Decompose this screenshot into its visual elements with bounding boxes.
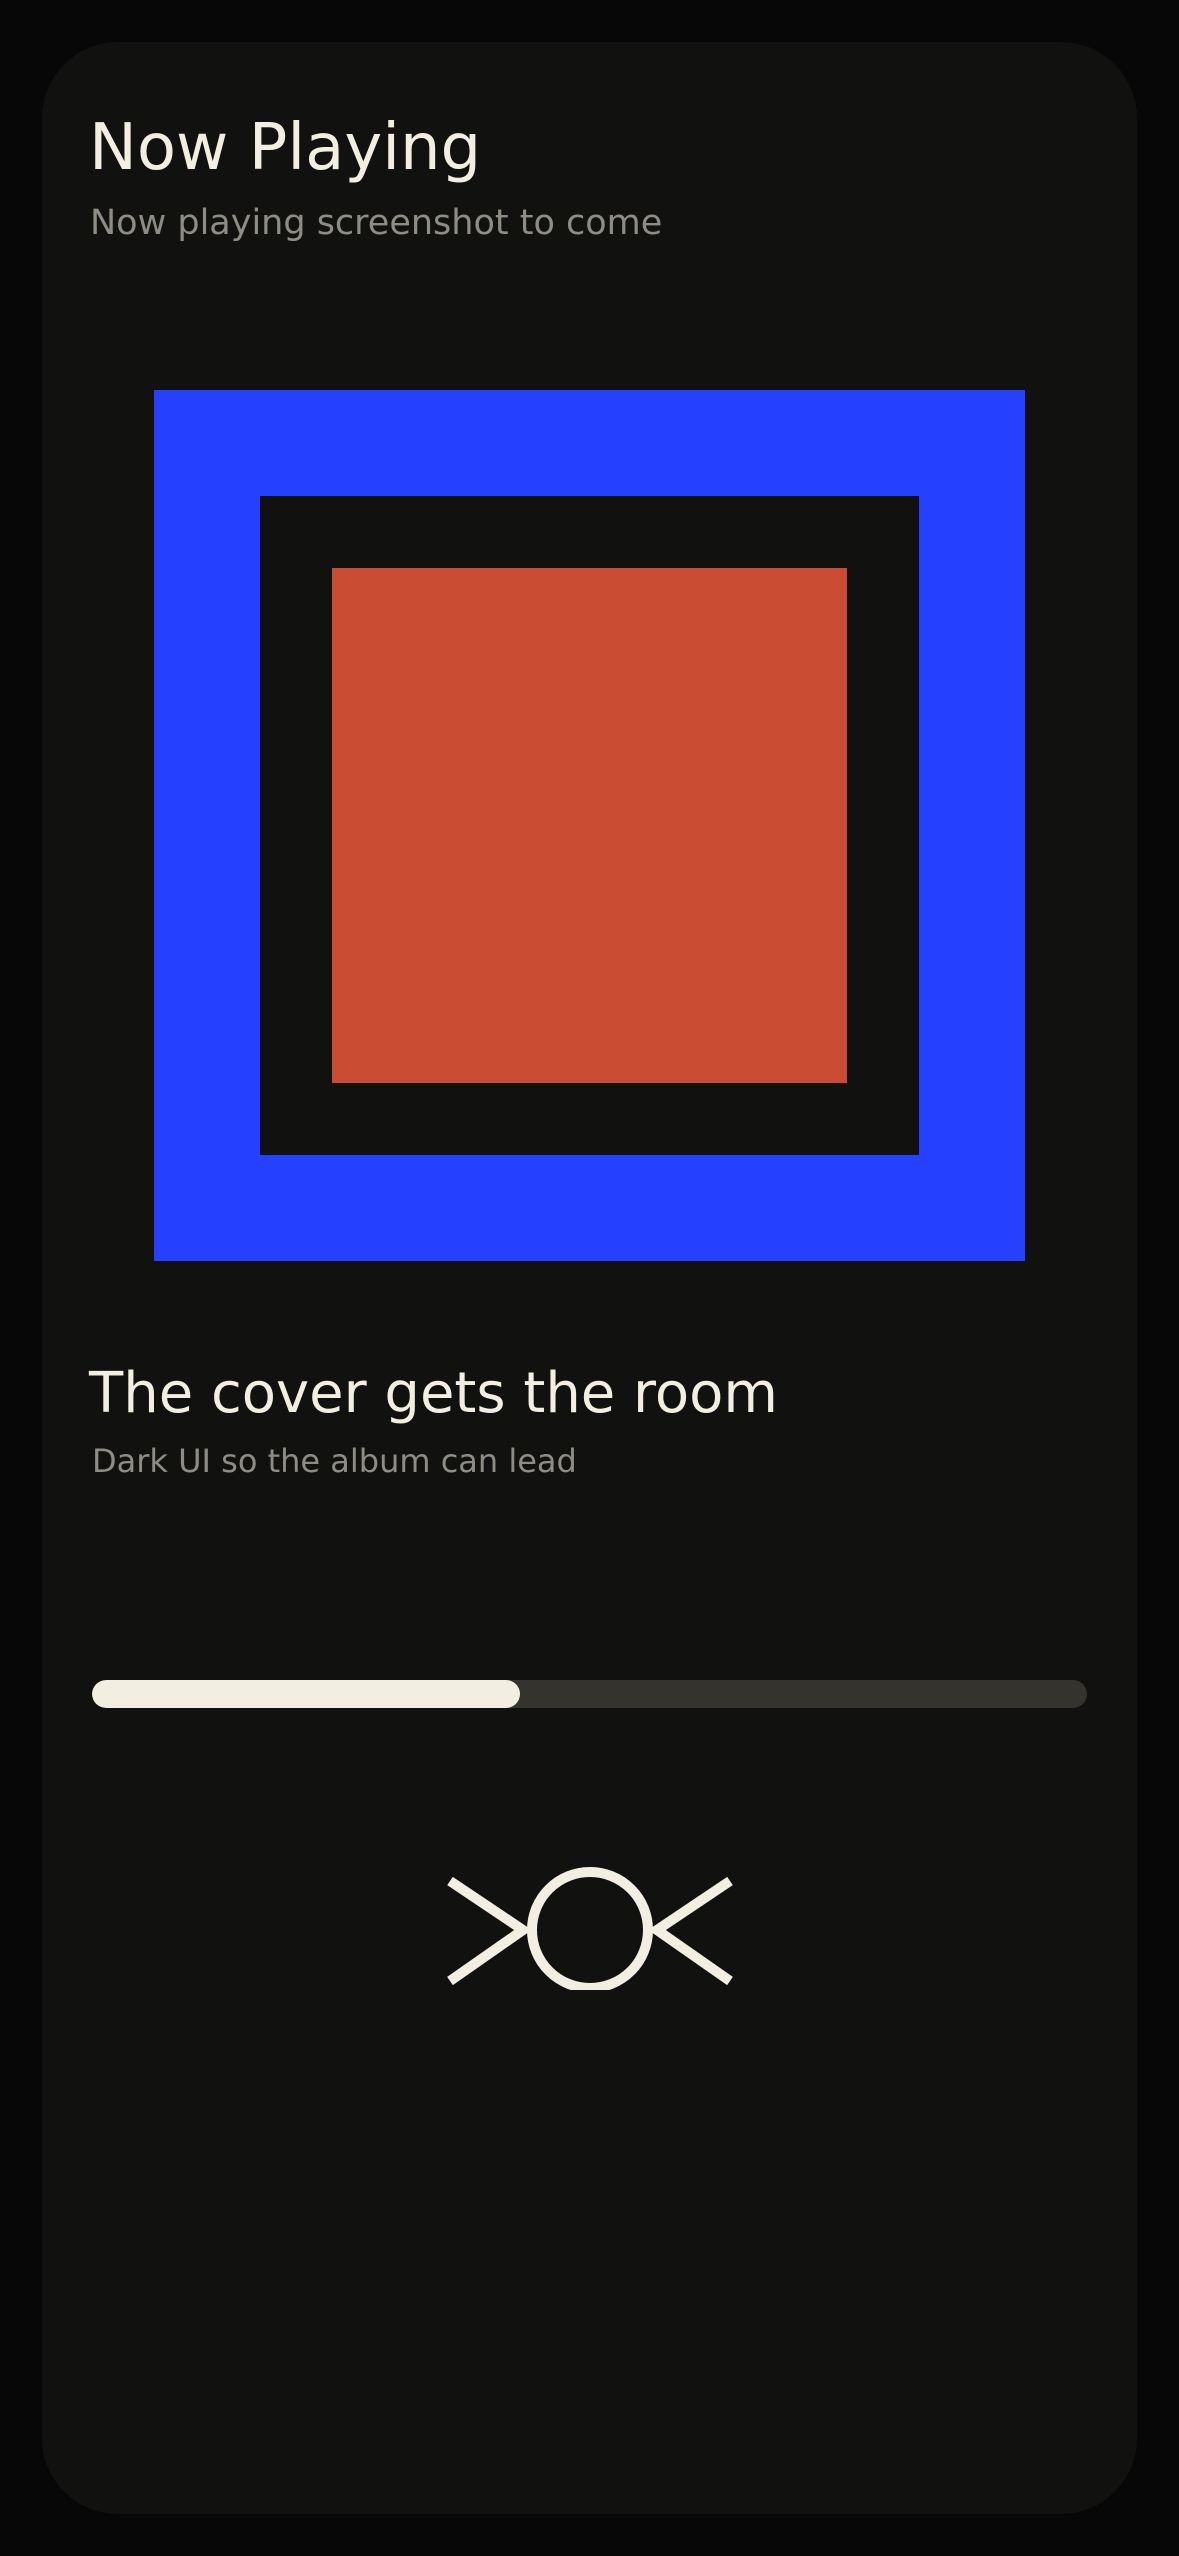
next-icon — [648, 1876, 733, 1986]
progress-bar[interactable] — [92, 1680, 1087, 1708]
play-button[interactable] — [524, 1860, 656, 1993]
previous-icon — [447, 1876, 532, 1986]
playback-controls — [440, 1860, 740, 1993]
previous-button[interactable] — [440, 1860, 532, 1990]
album-cover — [154, 390, 1025, 1261]
album-cover-core — [332, 568, 847, 1083]
page-title: Now Playing — [89, 111, 482, 185]
track-title: The cover gets the room — [89, 1361, 778, 1426]
album-cover-inner — [260, 496, 919, 1155]
page-subtitle: Now playing screenshot to come — [90, 203, 663, 243]
progress-fill — [92, 1680, 520, 1708]
play-icon — [527, 1867, 653, 1993]
next-button[interactable] — [648, 1860, 740, 1990]
track-subtitle: Dark UI so the album can lead — [92, 1442, 577, 1480]
